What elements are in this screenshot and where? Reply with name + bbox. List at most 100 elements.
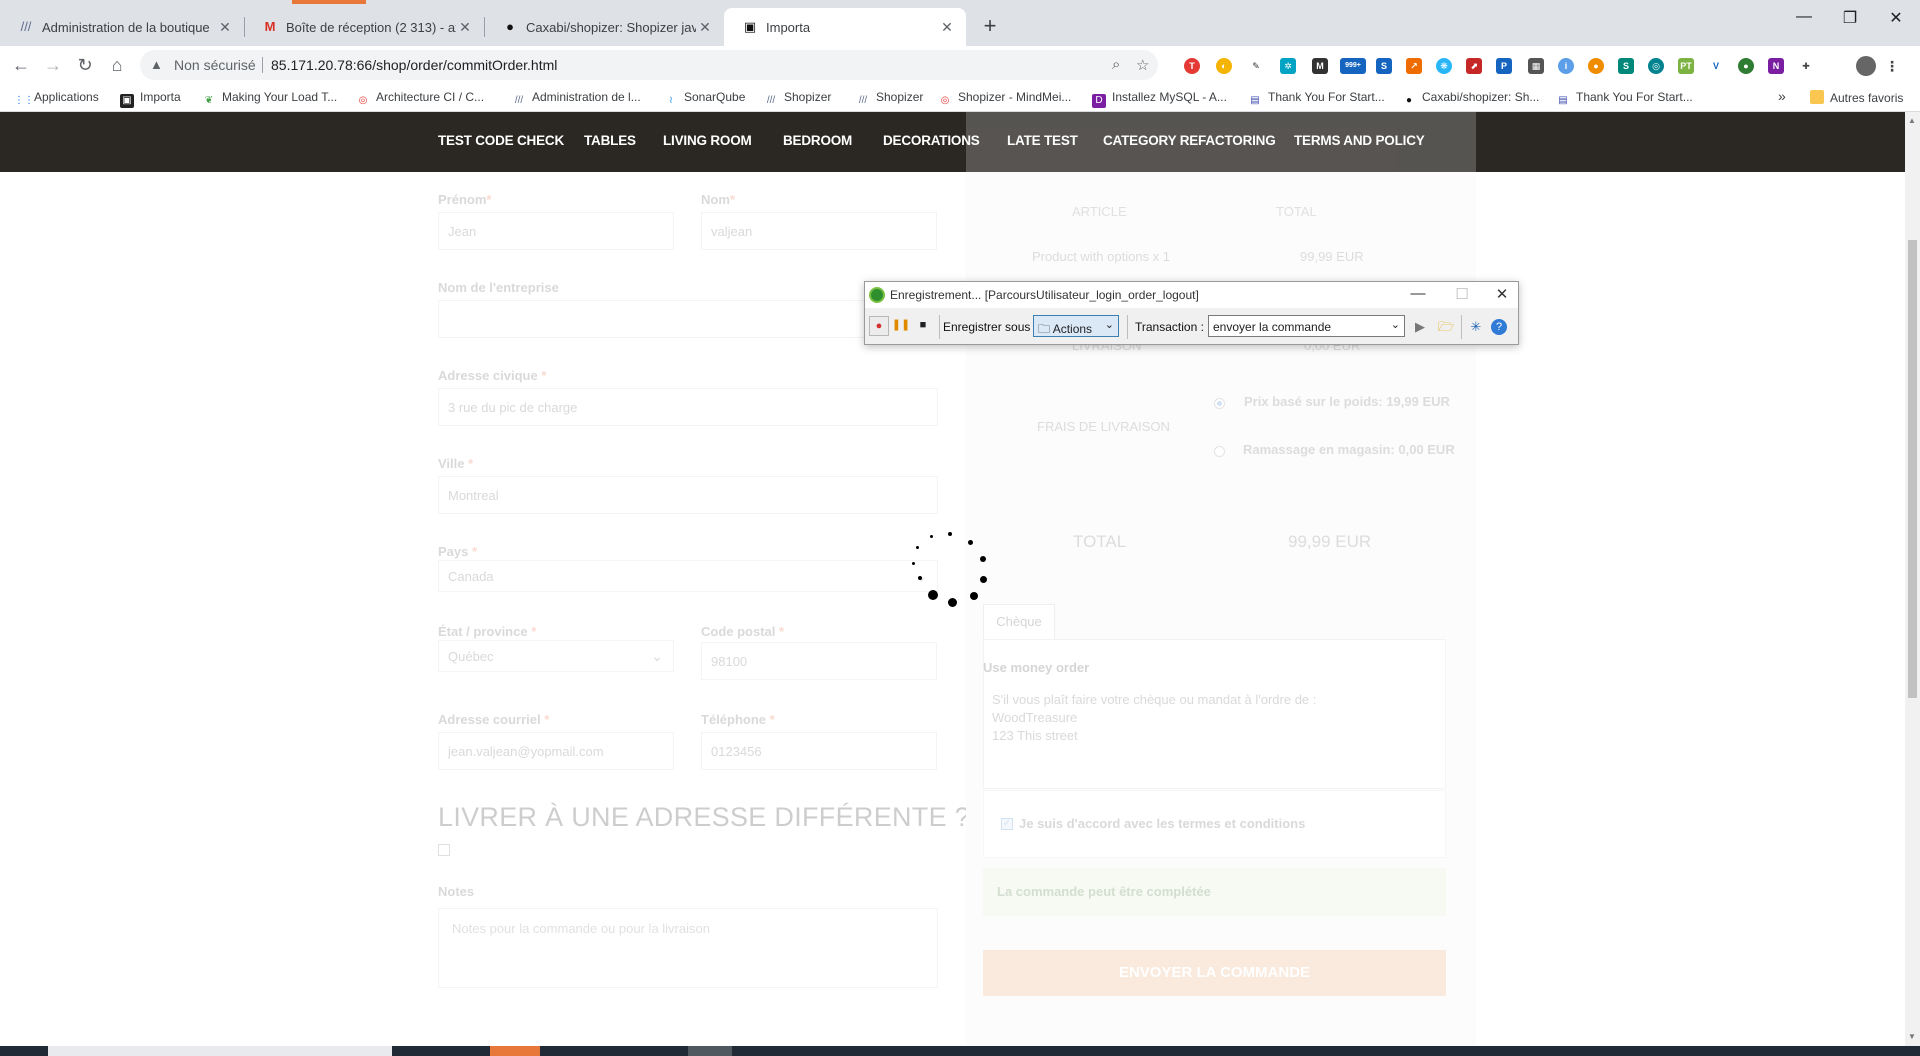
new-tab-button[interactable]: + — [976, 12, 1004, 40]
bookmark-item[interactable]: ≀ SonarQube — [664, 90, 745, 108]
bookmark-item[interactable]: /// Shopizer — [764, 90, 832, 108]
save-as-dropdown[interactable]: 🗀 Actions ⌄ — [1033, 315, 1119, 337]
spinner-dot — [980, 576, 987, 583]
shipping-pickup-radio[interactable] — [1214, 446, 1225, 457]
bookmark-item[interactable]: ◎ Architecture CI / C... — [356, 90, 484, 108]
address-bar[interactable]: ▲ Non sécurisé 85.171.20.78:66/shop/orde… — [140, 50, 1158, 80]
extension-icon[interactable]: S — [1618, 58, 1634, 74]
extension-icon[interactable]: ✲ — [1280, 58, 1296, 74]
bookmarks-overflow-button[interactable]: » — [1778, 88, 1786, 104]
browser-tab-github[interactable]: ● Caxabi/shopizer: Shopizer java e ✕ — [484, 8, 724, 46]
extension-icon[interactable]: ✎ — [1248, 58, 1264, 74]
extension-icon[interactable]: ⬈ — [1466, 58, 1482, 74]
other-bookmarks-folder[interactable]: Autres favoris — [1810, 90, 1903, 105]
firstname-field[interactable]: Jean — [438, 212, 674, 250]
page-scrollbar[interactable]: ▲ ▼ — [1905, 112, 1920, 1046]
taskbar-item[interactable] — [688, 1046, 732, 1056]
submit-order-button[interactable]: ENVOYER LA COMMANDE — [983, 950, 1446, 996]
close-window-icon[interactable]: ✕ — [1876, 8, 1916, 28]
extension-icon[interactable]: ● — [1738, 58, 1754, 74]
scroll-up-icon[interactable]: ▲ — [1908, 116, 1916, 125]
recorder-titlebar[interactable]: Enregistrement... [ParcoursUtilisateur_l… — [865, 282, 1518, 308]
forward-icon[interactable]: → — [40, 52, 66, 78]
extension-icon[interactable]: ● — [1588, 58, 1604, 74]
badge-count: 999+ — [1345, 62, 1361, 69]
home-icon[interactable]: ⌂ — [104, 52, 130, 78]
terms-checkbox[interactable]: ✓ — [1001, 818, 1013, 830]
bookmark-item[interactable]: ● Caxabi/shopizer: Sh... — [1402, 90, 1539, 108]
browser-tab-importa[interactable]: ▣ Importa ✕ — [724, 8, 966, 46]
postal-field[interactable]: 98100 — [701, 642, 937, 680]
scrollbar-thumb[interactable] — [1908, 240, 1917, 698]
city-field[interactable]: Montreal — [438, 476, 938, 514]
address-field[interactable]: 3 rue du pic de charge — [438, 388, 938, 426]
country-select[interactable]: Canada — [438, 560, 938, 592]
extension-badge-icon[interactable]: 999+ — [1340, 58, 1366, 74]
bookmark-item[interactable]: ▤ Thank You For Start... — [1248, 90, 1384, 108]
transaction-dropdown[interactable]: envoyer la commande ⌄ — [1208, 315, 1405, 337]
shipping-weight-radio[interactable] — [1214, 398, 1225, 409]
browser-tab-admin[interactable]: /// Administration de la boutique ✕ — [0, 8, 244, 46]
bookmark-item[interactable]: ⋮⋮Applications — [14, 90, 99, 108]
notes-textarea[interactable]: Notes pour la commande ou pour la livrai… — [438, 908, 938, 988]
search-icon[interactable]: ⌕ — [1112, 56, 1120, 73]
bookmark-item[interactable]: /// Shopizer — [856, 90, 924, 108]
bookmark-item[interactable]: ◎ Shopizer - MindMei... — [938, 90, 1072, 108]
lastname-field[interactable]: valjean — [701, 212, 937, 250]
reload-icon[interactable]: ↻ — [72, 52, 98, 78]
email-field[interactable]: jean.valjean@yopmail.com — [438, 732, 674, 770]
extension-icon[interactable]: i — [1558, 58, 1574, 74]
extension-icon[interactable]: ◎ — [1648, 58, 1664, 74]
extension-icon[interactable]: V — [1708, 58, 1724, 74]
extension-icon[interactable]: ↗ — [1406, 58, 1422, 74]
restore-icon[interactable]: ❐ — [1830, 8, 1870, 28]
close-icon[interactable]: ✕ — [696, 18, 714, 36]
extension-icon[interactable]: P — [1496, 58, 1512, 74]
puzzle-icon[interactable]: ✚ — [1798, 58, 1814, 74]
extension-icon[interactable]: ◐ — [1216, 58, 1232, 74]
minimize-icon[interactable]: — — [1403, 285, 1433, 302]
tab-title: Administration de la boutique — [42, 19, 210, 35]
extension-icon[interactable]: S — [1376, 58, 1392, 74]
menu-icon[interactable]: ⋮ — [1884, 58, 1900, 74]
url-text[interactable]: 85.171.20.78:66/shop/order/commitOrder.h… — [271, 57, 557, 73]
taskbar-item[interactable] — [48, 1046, 392, 1056]
maximize-icon[interactable]: ☐ — [1447, 285, 1477, 303]
play-icon[interactable]: ▶ — [1411, 318, 1429, 336]
record-icon[interactable]: ● — [869, 316, 889, 336]
minimize-icon[interactable]: — — [1784, 8, 1824, 26]
extension-icon[interactable]: PT — [1678, 58, 1694, 74]
close-icon[interactable]: ✕ — [216, 18, 234, 36]
settings-icon[interactable]: ✳ — [1467, 318, 1485, 336]
doc-icon: ▤ — [1250, 95, 1260, 106]
open-folder-icon[interactable]: 🗁 — [1437, 318, 1455, 336]
ship-different-checkbox[interactable] — [438, 844, 450, 856]
help-icon[interactable]: ? — [1491, 319, 1507, 335]
extension-icon[interactable]: T — [1184, 58, 1200, 74]
back-icon[interactable]: ← — [8, 52, 34, 78]
extension-icon[interactable]: M — [1312, 58, 1328, 74]
close-icon[interactable]: ✕ — [938, 18, 956, 36]
stop-icon[interactable]: ■ — [913, 316, 933, 336]
bookmark-item[interactable]: D Installez MySQL - A... — [1092, 90, 1227, 108]
company-field[interactable] — [438, 300, 938, 338]
avatar[interactable] — [1856, 56, 1876, 76]
bookmark-item[interactable]: ▤ Thank You For Start... — [1556, 90, 1692, 108]
extension-icon[interactable]: N — [1768, 58, 1784, 74]
close-icon[interactable]: ✕ — [456, 18, 474, 36]
order-complete-message: La commande peut être complétée — [983, 868, 1446, 916]
extension-icon[interactable]: ▦ — [1528, 58, 1544, 74]
bookmark-item[interactable]: /// Administration de l... — [512, 90, 641, 108]
phone-field[interactable]: 0123456 — [701, 732, 937, 770]
scroll-down-icon[interactable]: ▼ — [1908, 1032, 1916, 1041]
close-icon[interactable]: ✕ — [1487, 285, 1517, 303]
extension-icon[interactable]: ❋ — [1436, 58, 1452, 74]
bookmark-item[interactable]: ❦ Making Your Load T... — [202, 90, 337, 108]
pause-icon[interactable]: ❚❚ — [891, 316, 911, 336]
taskbar-item[interactable] — [490, 1046, 540, 1056]
state-select[interactable]: Québec — [438, 640, 674, 672]
bookmark-item[interactable]: ▣ Importa — [120, 90, 181, 108]
security-label: Non sécurisé — [174, 57, 256, 73]
browser-tab-gmail[interactable]: M Boîte de réception (2 313) - axel. ✕ — [244, 8, 484, 46]
star-icon[interactable]: ☆ — [1136, 56, 1149, 74]
